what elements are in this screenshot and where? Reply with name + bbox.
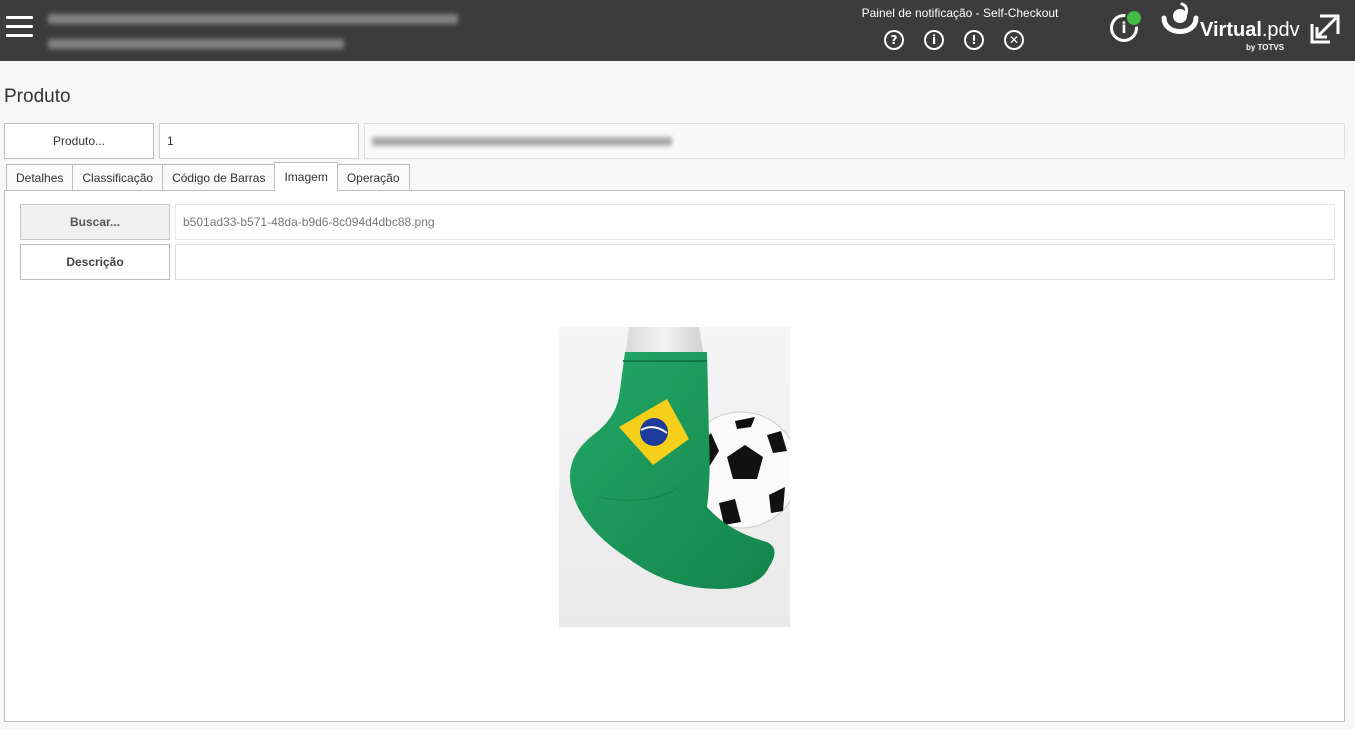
expand-icon[interactable] — [1308, 12, 1342, 46]
notification-icons: ? i ! ✕ — [884, 30, 1024, 50]
sock-and-ball-illustration — [559, 327, 790, 627]
image-tab-panel: Buscar... b501ad33-b571-48da-b9d6-8c094d… — [4, 190, 1345, 722]
close-circle-icon[interactable]: ✕ — [1004, 30, 1024, 50]
logo-mark-icon — [1161, 2, 1199, 34]
tab-bar: Detalhes Classificação Código de Barras … — [6, 162, 410, 191]
tab-classificacao[interactable]: Classificação — [72, 164, 164, 191]
header-info-line-2 — [48, 39, 344, 49]
tab-imagem[interactable]: Imagem — [274, 162, 338, 191]
image-filename-field: b501ad33-b571-48da-b9d6-8c094d4dbc88.png — [175, 204, 1335, 240]
product-description-redacted — [372, 136, 672, 146]
menu-icon[interactable] — [6, 16, 33, 38]
notification-panel-title: Painel de notificação - Self-Checkout — [861, 6, 1059, 20]
logo-by: by TOTVS — [1246, 43, 1285, 52]
product-search-button[interactable]: Produto... — [4, 123, 154, 159]
page-title: Produto — [4, 86, 71, 107]
header-info-line-1 — [48, 14, 458, 24]
help-icon[interactable]: ? — [884, 30, 904, 50]
warning-icon[interactable]: ! — [964, 30, 984, 50]
logo-text: Virtual.pdv — [1200, 19, 1300, 41]
top-bar: Painel de notificação - Self-Checkout ? … — [0, 0, 1355, 61]
product-code-field[interactable]: 1 — [159, 123, 359, 159]
tab-codigo-de-barras[interactable]: Código de Barras — [162, 164, 276, 191]
product-description-field — [364, 123, 1345, 159]
status-dot — [1125, 9, 1143, 27]
tab-detalhes[interactable]: Detalhes — [6, 164, 74, 191]
tab-operacao[interactable]: Operação — [336, 164, 410, 191]
description-button[interactable]: Descrição — [20, 244, 170, 280]
virtual-pdv-logo: Virtual.pdv by TOTVS — [1160, 2, 1300, 58]
product-image — [559, 327, 790, 627]
info-icon[interactable]: i — [924, 30, 944, 50]
image-description-field[interactable] — [175, 244, 1335, 280]
search-image-button[interactable]: Buscar... — [20, 204, 170, 240]
